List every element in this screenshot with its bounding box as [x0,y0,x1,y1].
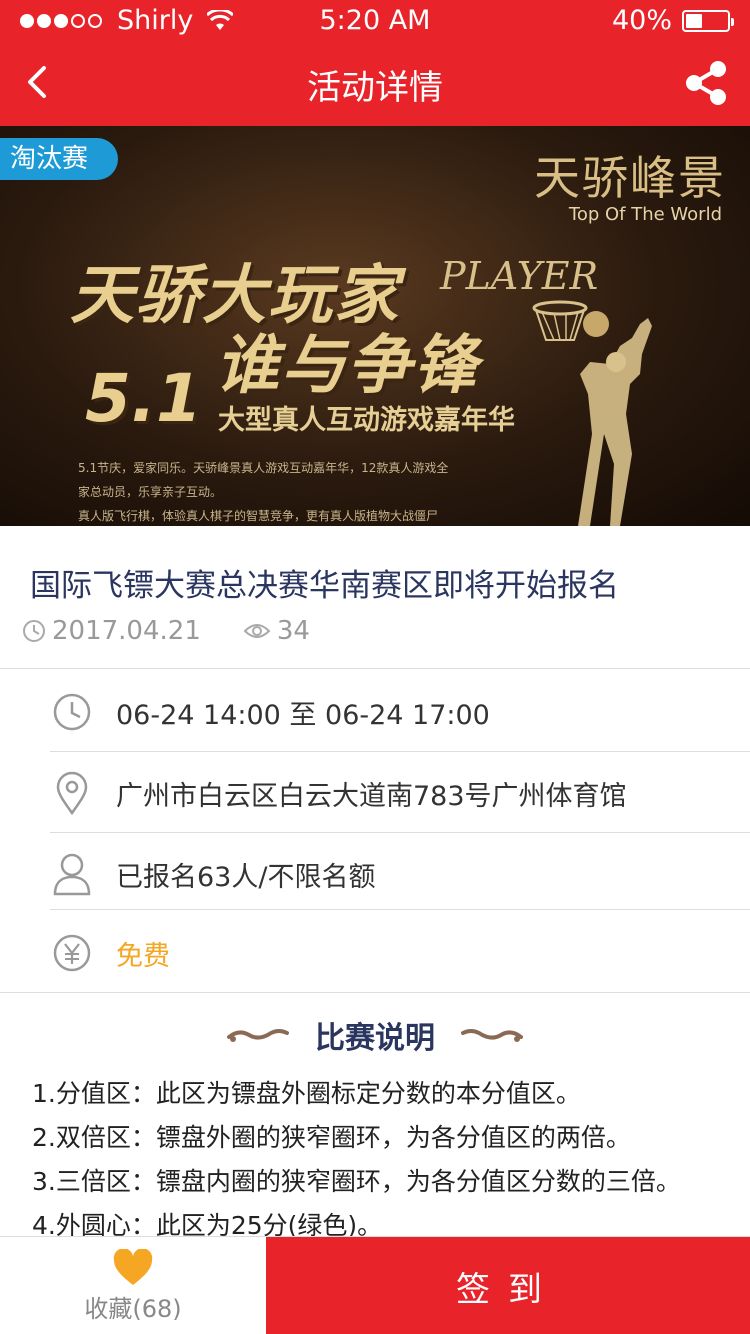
heart-icon [113,1248,153,1285]
section-title: 比赛说明 [315,1021,435,1056]
detail-row-signup: 已报名63人/不限名额 [50,834,750,914]
divider [0,992,750,993]
view-count: 34 [276,616,310,646]
bottom-action-bar: 收藏(68) 签到 [0,1236,750,1334]
signup-count: 已报名63人/不限名额 [116,861,376,893]
divider [50,832,750,833]
battery-icon [682,9,734,32]
battery-fill [686,13,702,28]
share-icon[interactable] [684,60,728,106]
event-type-tag: 淘汰赛 [0,138,119,180]
divider [50,751,750,752]
favorite-button[interactable]: 收藏(68) [0,1237,266,1334]
publish-date: 2017.04.21 [52,616,201,646]
ornament-left-icon [227,1029,289,1042]
event-location: 广州市白云区白云大道南783号广州体育馆 [116,780,627,812]
banner-player-word: PLAYER [440,254,599,298]
status-right: 40% [611,5,734,36]
yen-icon [50,931,94,975]
signin-button[interactable]: 签到 [266,1237,750,1334]
section-header: 比赛说明 [0,1010,750,1060]
user-icon [50,852,94,896]
brand-logo-text: 天骄峰景 [534,151,726,205]
view-count-group: 34 [243,616,310,646]
status-bar: Shirly 5:20 AM 40% [0,0,750,40]
detail-row-time: 06-24 14:00 至 06-24 17:00 [50,672,750,752]
brand-slogan: Top Of The World [568,204,722,225]
clock-icon [50,690,94,734]
rule-item: 3.三倍区：镖盘内圈的狭窄圈环，为各分值区分数的三倍。 [32,1167,681,1196]
divider [0,668,750,669]
banner-copy-line: 真人版飞行棋，体验真人棋子的智慧竞争，更有真人版植物大战僵尸 [78,509,439,523]
event-time-range: 06-24 14:00 至 06-24 17:00 [116,699,490,731]
location-pin-icon [50,771,94,815]
rule-item: 1.分值区：此区为镖盘外圈标定分数的本分值区。 [32,1079,581,1108]
battery-percent: 40% [611,5,672,36]
banner-copy: 5.1节庆，爱家同乐。天骄峰景真人游戏互动嘉年华，12款真人游戏全 家总动员，乐… [78,456,498,526]
rule-item: 2.双倍区：镖盘外圈的狭窄圈环，为各分值区的两倍。 [32,1123,631,1152]
price-free: 免费 [116,940,170,972]
ornament-right-icon [461,1029,523,1042]
event-banner[interactable]: 淘汰赛 天骄峰景 Top Of The World 天骄大玩家 PLAYER 谁… [0,126,750,526]
page-title: 活动详情 [307,68,443,108]
banner-subheadline: 大型真人互动游戏嘉年华 [218,405,515,436]
banner-copy-line: 家总动员，乐享亲子互动。 [78,485,223,499]
banner-headline-2: 谁与争锋 [215,329,479,403]
detail-row-price: 免费 [50,913,750,993]
event-meta: 2017.04.21 34 [22,616,310,646]
banner-copy-line: 5.1节庆，爱家同乐。天骄峰景真人游戏互动嘉年华，12款真人游戏全 [78,461,449,475]
event-title: 国际飞镖大赛总决赛华南赛区即将开始报名 [30,568,619,604]
detail-row-location[interactable]: 广州市白云区白云大道南783号广州体育馆 [50,753,750,833]
basketball-player-silhouette [578,318,652,526]
divider [50,909,750,910]
nav-bar: 活动详情 [0,40,750,126]
eye-icon [243,624,271,638]
favorite-count: 收藏(68) [84,1294,182,1323]
clock-icon [23,620,45,642]
rules-list: 1.分值区：此区为镖盘外圈标定分数的本分值区。 2.双倍区：镖盘外圈的狭窄圈环，… [32,1072,732,1248]
banner-date: 5.1 [85,360,202,437]
